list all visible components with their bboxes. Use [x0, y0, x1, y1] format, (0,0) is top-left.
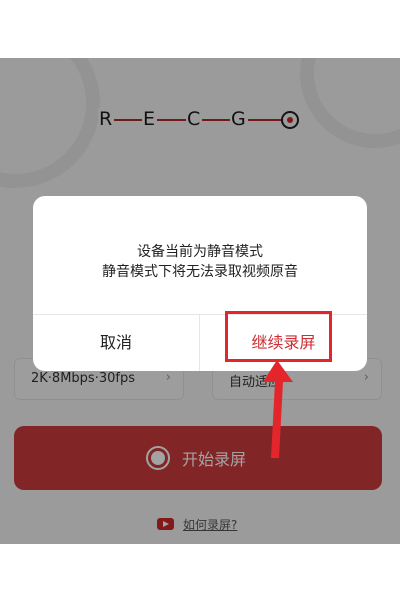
annotation-highlight-box	[225, 311, 332, 362]
cancel-button[interactable]: 取消	[33, 315, 199, 371]
dialog-message-line: 设备当前为静音模式	[137, 244, 263, 260]
annotation-arrow-icon	[263, 360, 293, 458]
dialog-message: 设备当前为静音模式 静音模式下将无法录取视频原音	[33, 242, 367, 282]
dialog-message-line: 静音模式下将无法录取视频原音	[102, 264, 298, 280]
app-screen: R E C G 2K·8Mbps·30fps › 自动适应 › 开始录屏 如何录…	[0, 58, 400, 544]
top-white-margin	[0, 0, 400, 58]
bottom-white-margin	[0, 544, 400, 600]
